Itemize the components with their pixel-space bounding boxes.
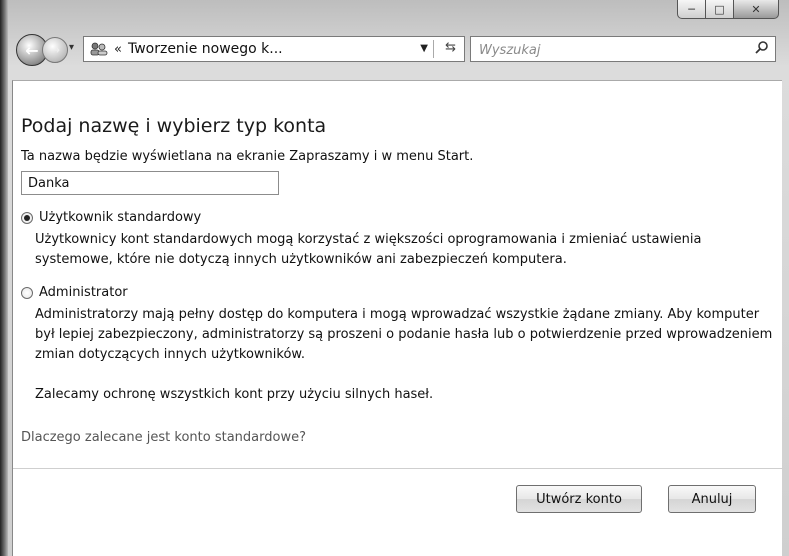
address-dropdown-icon[interactable]: ▼ [420, 43, 428, 54]
name-description: Ta nazwa będzie wyświetlana na ekranie Z… [21, 149, 474, 164]
recent-pages-dropdown[interactable]: ▾ [69, 42, 74, 53]
close-icon: ✕ [751, 2, 761, 16]
close-button[interactable]: ✕ [734, 0, 779, 19]
radio-administrator-label[interactable]: Administrator [39, 285, 128, 300]
forward-button[interactable]: → [42, 37, 68, 63]
search-icon[interactable] [755, 40, 769, 58]
caption-buttons: ─ □ ✕ [677, 0, 779, 22]
cancel-button[interactable]: Anuluj [668, 485, 756, 513]
footer-divider [13, 468, 783, 469]
administrator-description: Administratorzy mają pełny dostęp do kom… [35, 307, 773, 362]
maximize-icon: □ [714, 2, 725, 16]
maximize-button[interactable]: □ [706, 0, 734, 19]
minimize-button[interactable]: ─ [677, 0, 706, 19]
chevron-down-icon: ▾ [69, 42, 75, 53]
radio-standard-user-label[interactable]: Użytkownik standardowy [39, 210, 201, 225]
address-bar[interactable]: « Tworzenie nowego k... ▼ ⇆ [83, 36, 465, 62]
content-panel: Podaj nazwę i wybierz typ konta Ta nazwa… [12, 80, 783, 556]
minimize-icon: ─ [688, 2, 695, 16]
window-edge-shadow [0, 0, 8, 556]
search-box [470, 36, 776, 63]
account-name-input[interactable] [21, 171, 279, 195]
user-accounts-icon [90, 42, 108, 56]
radio-administrator[interactable]: Administrator [21, 285, 128, 300]
radio-button-selected[interactable] [21, 211, 33, 224]
refresh-icon[interactable]: ⇆ [445, 40, 456, 55]
standard-user-description: Użytkownicy kont standardowych mogą korz… [35, 232, 702, 267]
radio-standard-user[interactable]: Użytkownik standardowy [21, 210, 201, 225]
page-title: Podaj nazwę i wybierz typ konta [21, 115, 327, 137]
back-arrow-icon: ← [25, 40, 39, 60]
breadcrumb-overflow-icon[interactable]: « [114, 42, 122, 57]
address-separator [433, 40, 434, 58]
create-account-button[interactable]: Utwórz konto [516, 485, 642, 513]
search-input[interactable] [471, 37, 751, 63]
forward-arrow-icon: → [49, 43, 61, 57]
radio-button-unselected[interactable] [21, 286, 33, 299]
breadcrumb-current[interactable]: Tworzenie nowego k... [128, 41, 283, 57]
password-recommendation: Zalecamy ochronę wszystkich kont przy uż… [35, 387, 434, 402]
navigation-bar: ← → ▾ « Tworzenie nowego k... ▼ ⇆ [10, 30, 780, 70]
help-link[interactable]: Dlaczego zalecane jest konto standardowe… [21, 430, 306, 445]
